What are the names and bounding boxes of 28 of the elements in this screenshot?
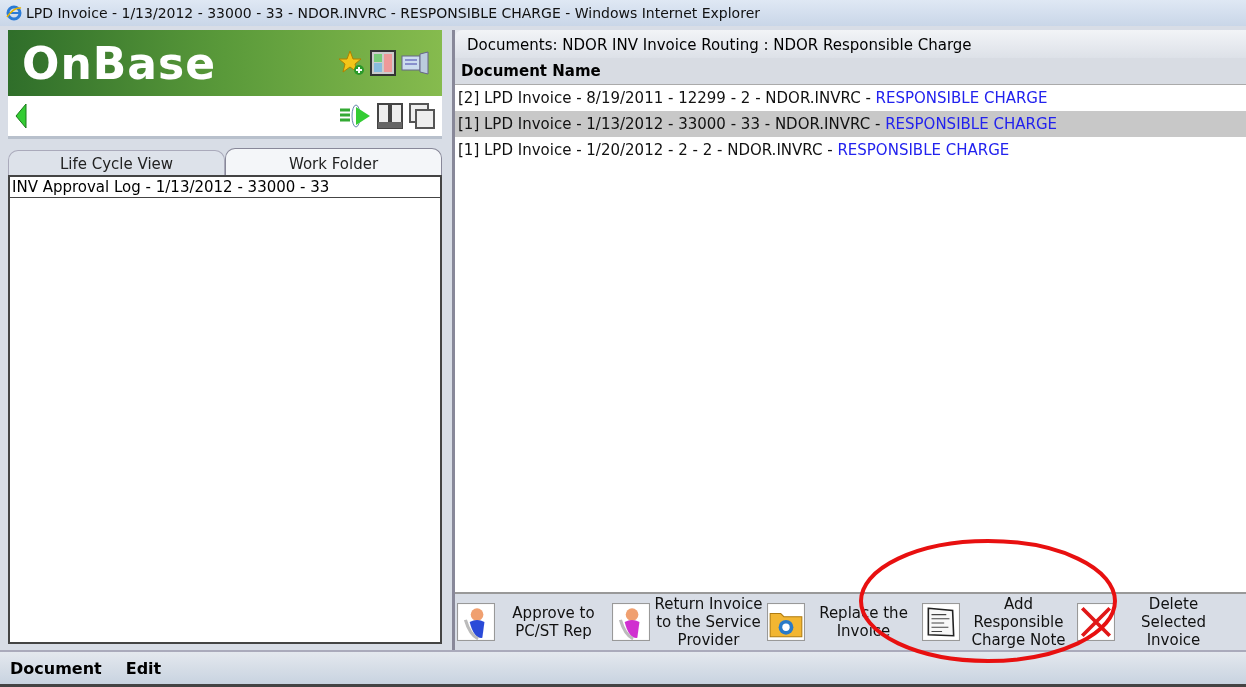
document-row[interactable]: [1] LPD Invoice - 1/20/2012 - 2 - 2 - NDOR.INVRC - RESPONSIBLE CHARGE (455, 137, 1246, 163)
action-button[interactable]: Add Responsible Charge Note (922, 595, 1077, 649)
split-view-icon[interactable] (376, 102, 404, 130)
action-button[interactable]: Return Invoice to the Service Provider (612, 595, 767, 649)
back-arrow-icon[interactable] (14, 102, 28, 130)
note-icon (922, 603, 960, 641)
menu-item[interactable]: Document (10, 658, 102, 678)
browser-icon (6, 5, 22, 21)
tab[interactable]: Life Cycle View (8, 150, 225, 175)
person-icon (612, 603, 650, 641)
action-button[interactable]: Approve to PC/ST Rep (457, 603, 612, 641)
document-row[interactable]: [1] LPD Invoice - 1/13/2012 - 33000 - 33 - NDOR.INVRC - RESPONSIBLE CHARGE (455, 111, 1246, 137)
document-row[interactable]: [2] LPD Invoice - 8/19/2011 - 12299 - 2 - NDOR.INVRC - RESPONSIBLE CHARGE (455, 85, 1246, 111)
window-icon[interactable] (408, 102, 436, 130)
layout-icon[interactable] (370, 50, 396, 76)
charge-link[interactable]: RESPONSIBLE CHARGE (885, 115, 1057, 133)
list-item[interactable]: INV Approval Log - 1/13/2012 - 33000 - 33 (10, 177, 440, 198)
column-header[interactable]: Document Name (455, 58, 1246, 85)
panel-title: Documents: NDOR INV Invoice Routing : NDOR Responsible Charge (455, 30, 1246, 58)
logo-text: OnBase (22, 37, 216, 89)
tab[interactable]: Work Folder (225, 148, 442, 175)
folder-icon (767, 603, 805, 641)
window-title: LPD Invoice - 1/13/2012 - 33000 - 33 - NDOR.INVRC - RESPONSIBLE CHARGE - Windows Internet Explorer (26, 5, 760, 21)
charge-link[interactable]: RESPONSIBLE CHARGE (875, 89, 1048, 107)
action-button[interactable]: Delete Selected Invoice (1077, 595, 1232, 649)
menu-item[interactable]: Edit (125, 658, 162, 678)
charge-link[interactable]: RESPONSIBLE CHARGE (837, 141, 1010, 159)
star-add-icon[interactable] (338, 49, 366, 77)
